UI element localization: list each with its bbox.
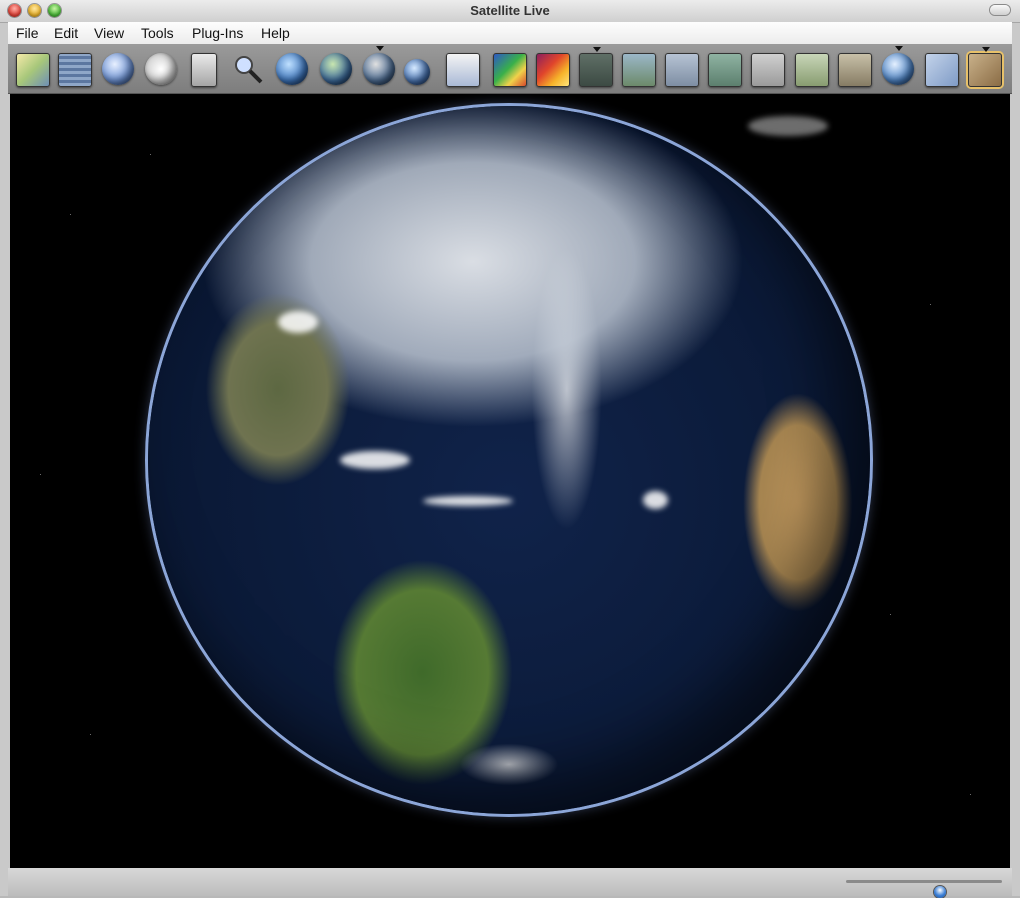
menu-view[interactable]: View: [94, 25, 124, 41]
zoom-slider[interactable]: [846, 880, 1002, 898]
menu-edit[interactable]: Edit: [54, 25, 78, 41]
cloud: [748, 116, 828, 136]
earth-globe-image[interactable]: [148, 106, 870, 814]
globe-grid-icon[interactable]: [102, 53, 134, 85]
grid-icon[interactable]: [58, 53, 92, 87]
map-view-1-icon[interactable]: [446, 53, 480, 87]
map-view-2-icon[interactable]: [493, 53, 527, 87]
star: [930, 304, 931, 305]
toolbar: [8, 45, 1012, 94]
star: [70, 214, 71, 215]
map-view-6-icon[interactable]: [708, 53, 742, 87]
star: [970, 794, 971, 795]
chevron-down-icon[interactable]: [982, 47, 990, 52]
map-view-3-icon[interactable]: [579, 47, 613, 87]
map-view-11-icon[interactable]: [968, 47, 1002, 87]
map-view-10-icon[interactable]: [925, 53, 959, 87]
map-view-7-icon[interactable]: [751, 53, 785, 87]
window-title: Satellite Live: [470, 3, 550, 18]
star: [150, 154, 151, 155]
map-view-4-icon[interactable]: [622, 53, 656, 87]
globe-view-3-icon[interactable]: [363, 46, 395, 85]
clock-icon[interactable]: [145, 53, 177, 85]
menu-bar: File Edit View Tools Plug-Ins Help: [8, 22, 1012, 45]
chevron-down-icon[interactable]: [895, 46, 903, 51]
camera-icon[interactable]: [191, 53, 217, 87]
chevron-down-icon[interactable]: [593, 47, 601, 52]
menu-plugins[interactable]: Plug-Ins: [192, 25, 243, 41]
globe-search-icon[interactable]: [882, 46, 914, 85]
menu-file[interactable]: File: [16, 25, 39, 41]
globe-view-1-icon[interactable]: [276, 53, 308, 85]
globe-view-2-icon[interactable]: [320, 53, 352, 85]
app-window: Satellite Live File Edit View Tools Plug…: [0, 0, 1020, 898]
cloud: [423, 496, 513, 506]
star: [90, 734, 91, 735]
globe-view-4-icon[interactable]: [404, 59, 430, 85]
title-bar: Satellite Live: [0, 0, 1020, 23]
status-bar: [8, 868, 1012, 898]
star: [890, 614, 891, 615]
map-view-5-icon[interactable]: [665, 53, 699, 87]
cloud: [643, 491, 668, 509]
cloud: [278, 311, 318, 333]
magnifier-icon[interactable]: [232, 53, 264, 85]
chevron-down-icon[interactable]: [376, 46, 384, 51]
heatmap-icon[interactable]: [536, 53, 570, 87]
map-view-8-icon[interactable]: [795, 53, 829, 87]
zoom-slider-thumb[interactable]: [933, 886, 946, 898]
toolbar-toggle-button[interactable]: [990, 5, 1010, 15]
layers-icon[interactable]: [16, 53, 50, 87]
cloud: [340, 451, 410, 469]
map-view-9-icon[interactable]: [838, 53, 872, 87]
menu-tools[interactable]: Tools: [141, 25, 174, 41]
star: [40, 474, 41, 475]
satellite-viewport[interactable]: [10, 94, 1010, 868]
menu-help[interactable]: Help: [261, 25, 290, 41]
